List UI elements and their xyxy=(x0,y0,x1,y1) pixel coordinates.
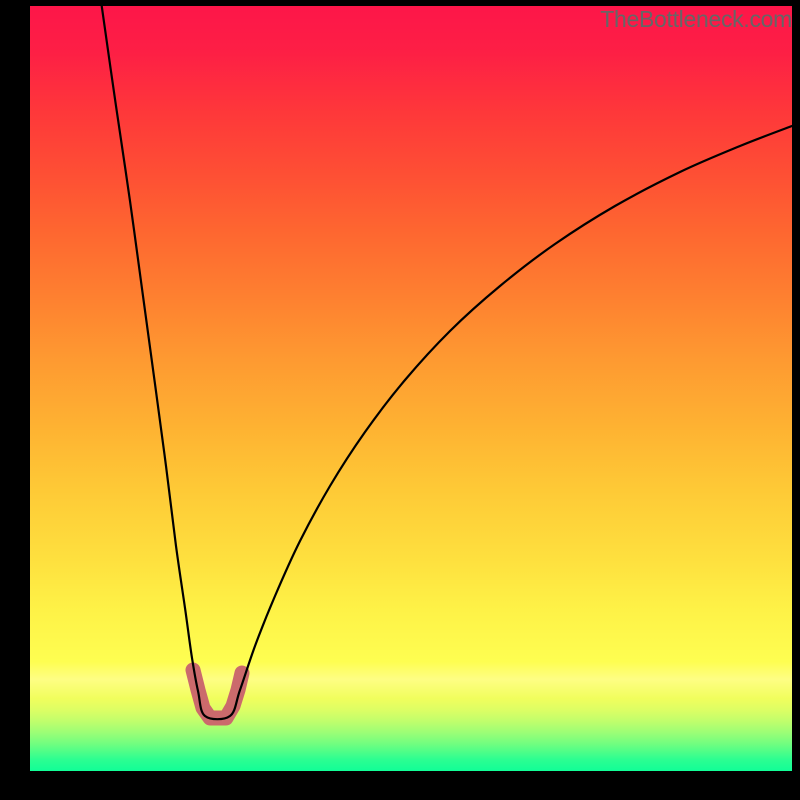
watermark-label: TheBottleneck.com xyxy=(600,6,792,33)
heat-gradient-background xyxy=(30,6,792,771)
plot-area xyxy=(30,6,792,771)
